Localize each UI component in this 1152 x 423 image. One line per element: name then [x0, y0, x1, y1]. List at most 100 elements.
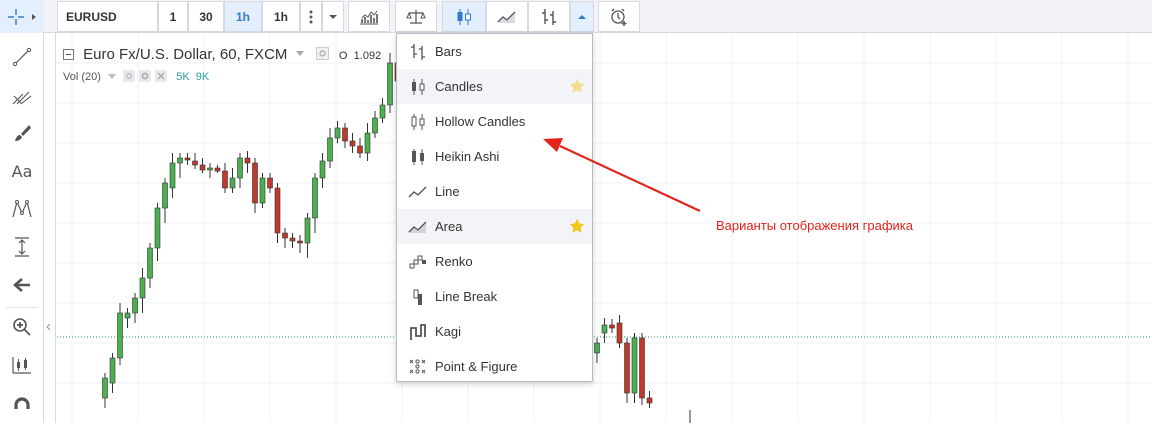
candle-body — [132, 297, 138, 314]
menu-item-label: Line Break — [435, 289, 498, 304]
candle-body — [237, 157, 243, 179]
trend-line-icon — [12, 47, 32, 67]
trading-app: EURUSD 1 30 1h 1h Aa Euro Fx/U.S. Dollar… — [0, 0, 1152, 423]
line-icon — [408, 186, 427, 197]
star-icon[interactable] — [569, 78, 585, 94]
candle-body — [282, 232, 288, 239]
scales-icon — [406, 9, 426, 24]
candle-body — [631, 337, 638, 394]
menu-item-kagi[interactable]: Kagi — [397, 314, 592, 349]
zoom-in-tool[interactable] — [6, 311, 38, 343]
menu-item-line[interactable]: Line — [397, 174, 592, 209]
settings-icon[interactable] — [139, 70, 152, 82]
drawing-toolbar: Aa — [0, 33, 44, 423]
candle-body — [312, 177, 318, 219]
magnet-tool[interactable] — [6, 391, 38, 423]
bars-icon — [542, 8, 556, 25]
candle-body — [147, 247, 153, 279]
alert-button[interactable] — [598, 1, 640, 32]
menu-item-bars[interactable]: Bars — [397, 34, 592, 69]
top-toolbar: EURUSD 1 30 1h 1h — [0, 0, 1152, 33]
more-intervals-button[interactable] — [300, 1, 322, 32]
bars-icon — [411, 43, 425, 60]
candle-body — [199, 164, 206, 171]
candle-body — [379, 104, 386, 119]
candle-body — [372, 117, 378, 134]
compare-button[interactable] — [395, 1, 437, 32]
candle-body — [102, 377, 108, 399]
eye-icon[interactable] — [315, 47, 329, 60]
open-label: O — [338, 50, 348, 62]
kagi-icon — [410, 323, 426, 340]
brush-icon — [15, 125, 31, 141]
indicators-button[interactable] — [348, 1, 390, 32]
candle-body — [109, 357, 116, 384]
interval-label: 1 — [169, 9, 177, 24]
brush-tool[interactable] — [6, 117, 38, 149]
chart-type-dropdown-toggle[interactable] — [570, 1, 594, 32]
trend-line-tool[interactable] — [6, 41, 38, 73]
text-tool[interactable]: Aa — [6, 155, 38, 187]
area-icon — [497, 11, 516, 23]
menu-item-label: Hollow Candles — [435, 114, 526, 129]
interval-1h-button-2[interactable]: 1h — [262, 1, 300, 32]
annotation-text: Варианты отображения графика — [716, 218, 913, 233]
menu-item-area[interactable]: Area — [397, 209, 592, 244]
menu-item-candles[interactable]: Candles — [397, 69, 592, 104]
interval-1-button[interactable]: 1 — [158, 1, 188, 32]
menu-item-hollow-candles[interactable]: Hollow Candles — [397, 104, 592, 139]
back-arrow-tool[interactable] — [6, 269, 38, 301]
menu-item-line-break[interactable]: Line Break — [397, 279, 592, 314]
interval-30-button[interactable]: 30 — [188, 1, 224, 32]
chart-settings-tool[interactable] — [6, 349, 38, 381]
interval-1h-button[interactable]: 1h — [224, 1, 262, 32]
candle-body — [357, 145, 363, 154]
candle-body — [214, 167, 221, 172]
symbol-input[interactable]: EURUSD — [57, 1, 158, 32]
menu-item-label: Renko — [435, 254, 473, 269]
candle-body — [274, 187, 281, 234]
menu-item-heikin-ashi[interactable]: Heikin Ashi — [397, 139, 592, 174]
collapse-legend-icon[interactable] — [63, 49, 74, 60]
chevron-down-icon — [329, 14, 337, 19]
crosshair-tool-button[interactable] — [0, 0, 44, 33]
chevron-down-icon[interactable] — [295, 51, 304, 56]
menu-item-label: Kagi — [435, 324, 462, 339]
close-icon[interactable] — [155, 70, 168, 82]
heikin-ashi-icon — [412, 148, 424, 165]
interval-dropdown-button[interactable] — [322, 1, 344, 32]
candle-body — [207, 167, 213, 171]
pattern-icon — [12, 200, 32, 218]
chart-type-candles-button[interactable] — [442, 1, 486, 32]
pattern-tool[interactable] — [6, 193, 38, 225]
candle-body — [609, 324, 615, 329]
candles-icon — [457, 8, 471, 25]
candle-body — [252, 162, 258, 204]
measure-tool[interactable] — [6, 231, 38, 263]
chart-canvas — [57, 33, 1152, 423]
volume-value-2: 9K — [195, 71, 210, 83]
pitchfork-tool[interactable] — [6, 79, 38, 111]
candle-ruler-icon — [12, 357, 31, 374]
candle-body — [601, 324, 608, 334]
point-figure-icon — [409, 358, 426, 374]
menu-item-point-figure[interactable]: Point & Figure — [397, 349, 592, 384]
magnet-icon — [14, 397, 30, 409]
candle-body — [616, 322, 623, 344]
menu-item-renko[interactable]: Renko — [397, 244, 592, 279]
menu-item-label: Heikin Ashi — [435, 149, 500, 164]
chart-type-bars-button[interactable] — [528, 1, 570, 32]
eye-icon[interactable] — [123, 70, 136, 82]
candle-body — [222, 170, 228, 189]
candle-body — [162, 182, 168, 209]
chevron-down-icon[interactable] — [107, 74, 116, 79]
chart-area[interactable]: Euro Fx/U.S. Dollar, 60, FXCM O 1.092 Vo… — [57, 33, 1152, 423]
toolbar-collapse-handle[interactable] — [44, 33, 56, 423]
star-icon[interactable] — [569, 218, 585, 234]
candle-body — [319, 160, 326, 179]
candle-body — [177, 157, 183, 164]
chart-type-area-button[interactable] — [486, 1, 528, 32]
menu-item-label: Line — [435, 184, 460, 199]
kebab-icon — [309, 10, 313, 23]
candle-body — [594, 342, 600, 354]
